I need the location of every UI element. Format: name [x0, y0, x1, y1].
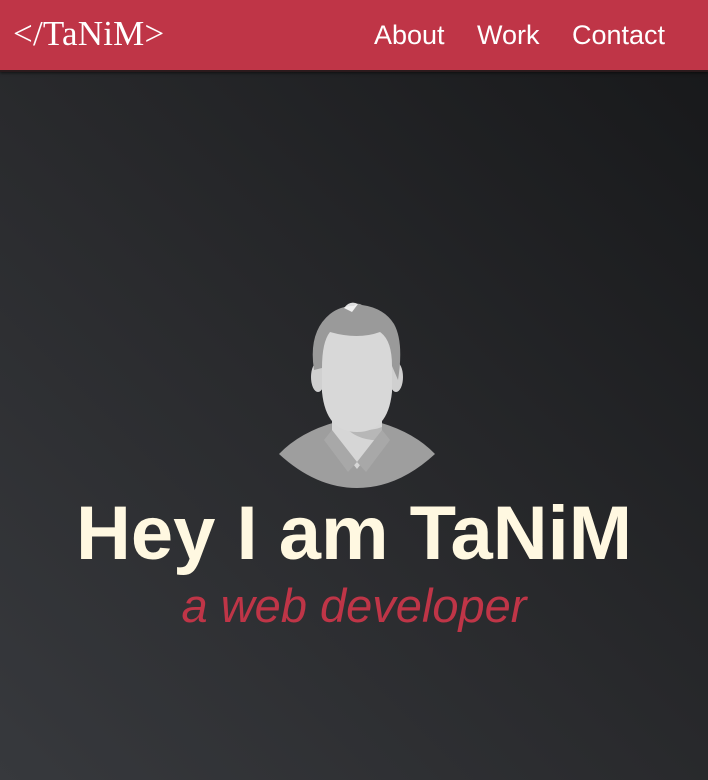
hero-headline: Hey I am TaNiM — [75, 491, 633, 576]
hero-section: Hey I am TaNiM a web developer — [0, 72, 708, 780]
nav-link-work[interactable]: Work — [477, 18, 540, 52]
navbar: </TaNiM> About Work Contact — [0, 0, 708, 72]
user-avatar-icon — [278, 302, 436, 488]
hero-subtitle: a web developer — [181, 579, 527, 632]
nav-link-about[interactable]: About — [374, 18, 445, 52]
site-logo[interactable]: </TaNiM> — [13, 14, 164, 54]
nav-link-contact[interactable]: Contact — [572, 18, 665, 52]
